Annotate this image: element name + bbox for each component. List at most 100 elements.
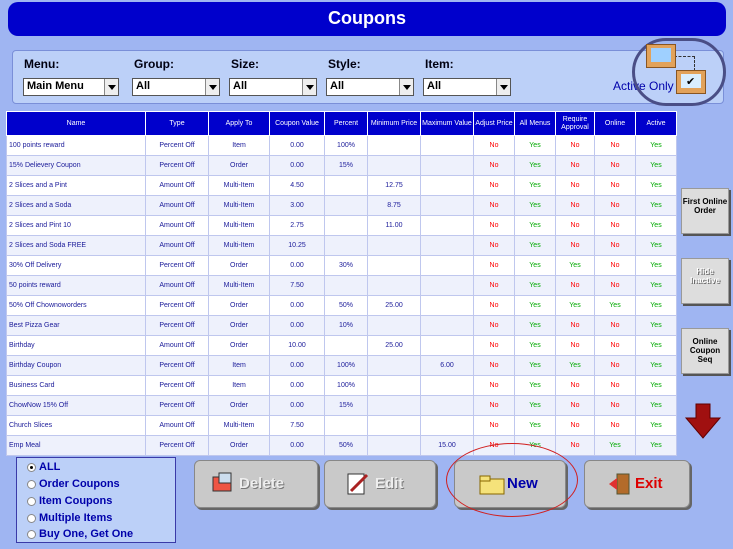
table-cell: Yes <box>594 435 636 456</box>
table-cell: Yes <box>514 155 556 176</box>
column-header[interactable]: Adjust Price <box>473 111 515 136</box>
table-cell: No <box>594 135 636 156</box>
column-header[interactable]: Minimum Price <box>367 111 421 136</box>
table-cell: Yes <box>635 375 677 396</box>
first-online-order-button[interactable]: First Online Order <box>681 188 729 234</box>
table-cell <box>420 375 474 396</box>
table-cell <box>420 195 474 216</box>
group-select[interactable]: All <box>132 78 220 96</box>
table-cell <box>420 315 474 336</box>
delete-label: Delete <box>239 475 285 492</box>
online-coupon-seq-button[interactable]: Online Coupon Seq <box>681 328 729 374</box>
link-icon <box>674 56 695 71</box>
table-row[interactable]: Emp Meal Percent Off Order 0.00 50% 15.00 No Ye… <box>6 435 677 456</box>
radio-all[interactable]: ALL <box>27 461 60 473</box>
table-cell: No <box>473 235 515 256</box>
table-cell <box>324 175 368 196</box>
table-row[interactable]: 15% Delievery Coupon Percent Off Order 0.00… <box>6 155 677 176</box>
table-cell: No <box>594 315 636 336</box>
column-header[interactable]: Require Approval <box>555 111 595 136</box>
table-row[interactable]: 50% Off Chownoworders Percent Off Order 0.0… <box>6 295 677 316</box>
filter-panel: Menu: Main Menu Group: All Size: All Sty… <box>12 50 724 104</box>
column-header[interactable]: Percent <box>324 111 368 136</box>
table-cell: 7.50 <box>269 275 325 296</box>
table-cell: No <box>594 335 636 356</box>
table-cell <box>324 275 368 296</box>
table-cell: Percent Off <box>145 315 209 336</box>
exit-button[interactable]: Exit <box>584 460 690 508</box>
exit-door-icon <box>609 473 630 495</box>
table-cell: Church Slices <box>6 415 146 436</box>
radio-icon <box>27 497 36 506</box>
hide-inactive-button[interactable]: Hide Inactive <box>681 258 729 304</box>
table-row[interactable]: 2 Slices and Soda FREE Amount Off Multi-It… <box>6 235 677 256</box>
table-cell: 15% Delievery Coupon <box>6 155 146 176</box>
style-select[interactable]: All <box>326 78 414 96</box>
table-row[interactable]: 30% Off Delivery Percent Off Order 0.00 30% N… <box>6 255 677 276</box>
table-cell: Emp Meal <box>6 435 146 456</box>
monitor-check-icon[interactable]: ✔ <box>676 70 706 94</box>
table-row[interactable]: Church Slices Amount Off Multi-Item 7.50 No Y… <box>6 415 677 436</box>
table-row[interactable]: 2 Slices and Pint 10 Amount Off Multi-Item… <box>6 215 677 236</box>
table-cell: No <box>555 315 595 336</box>
table-row[interactable]: ChowNow 15% Off Percent Off Order 0.00 15% No… <box>6 395 677 416</box>
table-cell: No <box>555 155 595 176</box>
table-cell: Yes <box>635 235 677 256</box>
table-cell: Yes <box>635 215 677 236</box>
table-row[interactable]: Business Card Percent Off Item 0.00 100% No Ye… <box>6 375 677 396</box>
table-row[interactable]: 2 Slices and a Pint Amount Off Multi-Item 4… <box>6 175 677 196</box>
table-cell: No <box>594 395 636 416</box>
table-cell: 100% <box>324 135 368 156</box>
table-cell <box>367 415 421 436</box>
menu-select[interactable]: Main Menu <box>23 78 119 96</box>
table-cell: No <box>555 395 595 416</box>
column-header[interactable]: Type <box>145 111 209 136</box>
table-cell: 25.00 <box>367 335 421 356</box>
scroll-down-arrow-icon[interactable] <box>684 402 722 440</box>
item-select[interactable]: All <box>423 78 511 96</box>
table-cell: Amount Off <box>145 335 209 356</box>
table-row[interactable]: 50 points reward Amount Off Multi-Item 7.50… <box>6 275 677 296</box>
table-row[interactable]: Birthday Coupon Percent Off Item 0.00 100% 6.… <box>6 355 677 376</box>
style-select-value: All <box>330 80 345 92</box>
table-row[interactable]: 100 points reward Percent Off Item 0.00 100%… <box>6 135 677 156</box>
radio-multiple-items[interactable]: Multiple Items <box>27 512 112 524</box>
column-header[interactable]: Maximum Value <box>420 111 474 136</box>
table-cell: 15% <box>324 395 368 416</box>
radio-order-coupons[interactable]: Order Coupons <box>27 478 120 490</box>
group-select-value: All <box>136 80 151 92</box>
edit-button[interactable]: Edit <box>324 460 436 508</box>
table-cell: Yes <box>635 415 677 436</box>
table-cell: No <box>594 255 636 276</box>
table-cell: Multi-Item <box>208 235 270 256</box>
chevron-down-icon <box>399 79 413 95</box>
table-cell: Yes <box>514 315 556 336</box>
size-select[interactable]: All <box>229 78 317 96</box>
column-header[interactable]: Online <box>594 111 636 136</box>
table-cell <box>420 335 474 356</box>
table-cell: Multi-Item <box>208 415 270 436</box>
table-cell: Yes <box>635 355 677 376</box>
radio-item-coupons[interactable]: Item Coupons <box>27 495 112 507</box>
table-cell: No <box>555 175 595 196</box>
table-cell: Order <box>208 315 270 336</box>
table-row[interactable]: Birthday Amount Off Order 10.00 25.00 No Yes No… <box>6 335 677 356</box>
table-cell: 2 Slices and Pint 10 <box>6 215 146 236</box>
table-row[interactable]: 2 Slices and a Soda Amount Off Multi-Item 3… <box>6 195 677 216</box>
table-cell <box>367 375 421 396</box>
table-cell: Yes <box>514 275 556 296</box>
radio-bogo[interactable]: Buy One, Get One <box>27 528 133 540</box>
table-cell: 10% <box>324 315 368 336</box>
delete-button[interactable]: Delete <box>194 460 318 508</box>
check-icon: ✔ <box>686 76 696 88</box>
column-header[interactable]: All Menus <box>514 111 556 136</box>
table-cell: Yes <box>555 255 595 276</box>
column-header[interactable]: Apply To <box>208 111 270 136</box>
column-header[interactable]: Active <box>635 111 677 136</box>
column-header[interactable]: Coupon Value <box>269 111 325 136</box>
table-row[interactable]: Best Pizza Gear Percent Off Order 0.00 10% No… <box>6 315 677 336</box>
table-cell: Percent Off <box>145 355 209 376</box>
table-cell: 100% <box>324 355 368 376</box>
table-cell <box>420 255 474 276</box>
column-header[interactable]: Name <box>6 111 146 136</box>
